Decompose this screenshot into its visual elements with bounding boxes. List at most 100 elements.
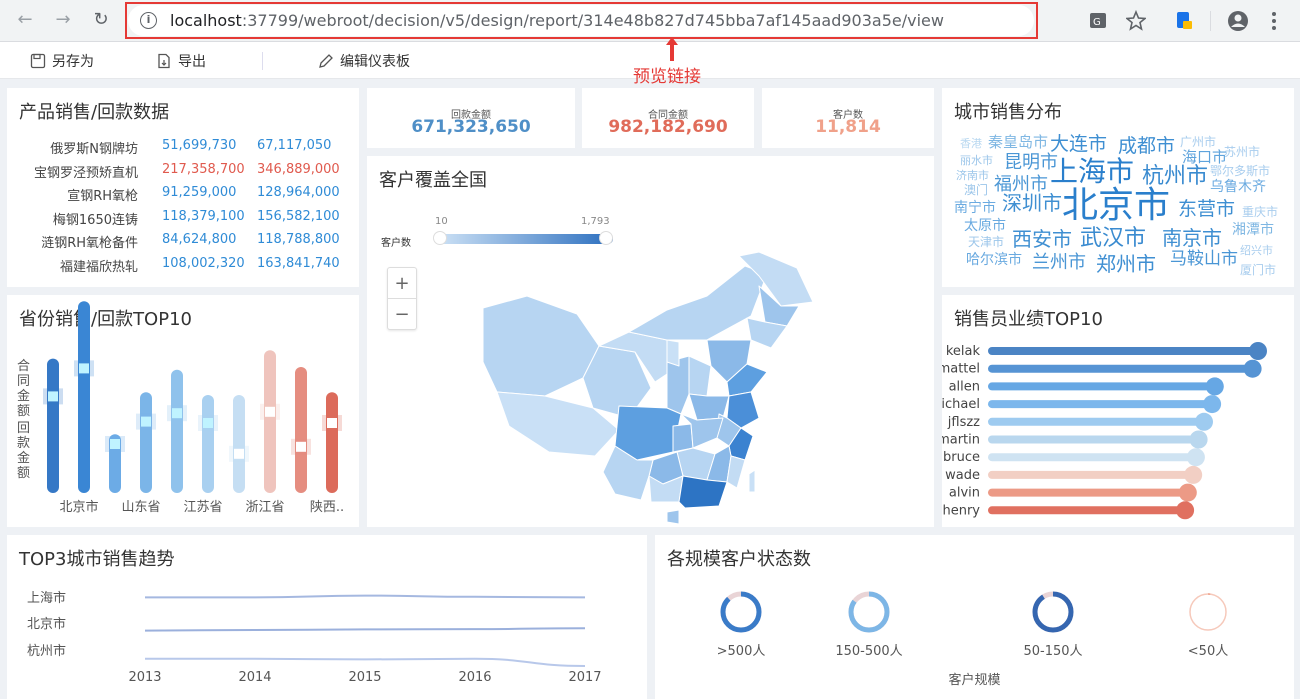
kpi-value: 11,814: [815, 117, 881, 137]
city-word[interactable]: 秦皇岛市: [988, 135, 1048, 150]
city-word[interactable]: 重庆市: [1242, 206, 1278, 218]
kpi-value: 671,323,650: [411, 117, 531, 137]
sales-rep-bar: [988, 400, 1213, 409]
sales-rep-name: bruce: [943, 450, 980, 465]
china-map[interactable]: [367, 156, 934, 527]
bookmark-star-icon[interactable]: [1126, 8, 1146, 34]
city-word[interactable]: 湘潭市: [1232, 223, 1274, 237]
trend-line: [144, 657, 586, 667]
city-word[interactable]: 大连市: [1050, 135, 1107, 154]
city-word[interactable]: 澳门: [964, 184, 988, 196]
city-word[interactable]: 武汉市: [1080, 228, 1146, 250]
customer-map-panel: 客户覆盖全国 客户数 10 1,793 + −: [367, 156, 934, 527]
trend-x-label: 2014: [238, 670, 271, 685]
sales-rep-dot: [1186, 448, 1205, 467]
city-word[interactable]: 成都市: [1118, 137, 1175, 156]
repayment-marker: [141, 416, 151, 427]
trend-chart[interactable]: 上海市北京市杭州市 2013 2014 2015 2016 2017: [7, 535, 647, 699]
back-icon[interactable]: ←: [14, 9, 36, 31]
sales-rep-name: henry: [942, 503, 980, 518]
repayment-marker: [327, 418, 337, 428]
profile-icon[interactable]: [1226, 8, 1250, 34]
city-word[interactable]: 南宁市: [954, 201, 996, 215]
sales-rep-panel: 销售员业绩TOP10 kelakmattelallenmichaeljflszz…: [942, 295, 1294, 527]
sales-rep-dot: [1243, 359, 1262, 378]
address-highlight-box: [125, 2, 1038, 39]
region-ningxia: [666, 339, 680, 367]
edit-dashboard-label: 编辑仪表板: [340, 54, 410, 70]
sales-rep-chart[interactable]: kelak mattel allen michael jflszz martin bruce…: [942, 295, 1294, 527]
save-as-button[interactable]: 另存为: [30, 51, 94, 71]
trend-x-label: 2015: [348, 670, 381, 685]
product-row: 宣钢RH氧枪 91,259,000 128,964,000: [7, 185, 359, 205]
product-name: 宝钢罗泾预矫直机: [33, 165, 138, 181]
city-word[interactable]: 绍兴市: [1240, 245, 1273, 256]
extension-icon[interactable]: [1174, 8, 1194, 34]
kpi-card-repayment: 回款金额 671,323,650: [367, 88, 575, 148]
product-panel-title: 产品销售/回款数据: [19, 102, 170, 123]
city-word[interactable]: 乌鲁木齐: [1210, 180, 1266, 194]
region-xinjiang: [482, 295, 600, 397]
city-word[interactable]: 哈尔滨市: [966, 253, 1022, 267]
kpi-card-contract: 合同金额 982,182,690: [582, 88, 754, 148]
customer-axis-title: 客户规模: [948, 673, 1001, 688]
export-button[interactable]: 导出: [156, 51, 206, 71]
sales-rep-name: wade: [945, 468, 980, 483]
reload-icon[interactable]: ↻: [90, 9, 112, 31]
export-label: 导出: [178, 54, 206, 70]
browser-chrome: ← → ↻ i localhost:37799/webroot/decision…: [0, 0, 1300, 42]
edit-dashboard-button[interactable]: 编辑仪表板: [318, 51, 410, 71]
province-x-label: 江苏省: [183, 499, 222, 515]
city-word[interactable]: 丽水市: [960, 155, 993, 166]
city-word[interactable]: 香港: [960, 138, 982, 149]
sales-rep-bar: [988, 364, 1253, 373]
kpi-value: 982,182,690: [608, 117, 728, 137]
city-panel-title: 城市销售分布: [954, 102, 1062, 123]
product-row: 梅钢1650连铸 118,379,100 156,582,100: [7, 209, 359, 229]
city-word[interactable]: 海口市: [1182, 150, 1227, 165]
province-x-label: 浙江省: [245, 500, 284, 515]
repayment-marker: [234, 448, 244, 459]
city-word[interactable]: 深圳市: [1002, 193, 1062, 213]
sales-rep-dot: [1176, 501, 1195, 520]
sales-rep-bar: [988, 453, 1196, 462]
contract-bar: [295, 367, 307, 493]
sales-rep-name: allen: [949, 379, 980, 394]
city-word[interactable]: 济南市: [956, 170, 989, 181]
sales-rep-name: jflszz: [947, 415, 980, 430]
region-inner-mongolia: [628, 265, 768, 341]
city-word[interactable]: 厦门市: [1240, 264, 1276, 276]
translate-icon[interactable]: G: [1088, 8, 1108, 34]
city-word[interactable]: 上海市: [1050, 158, 1134, 186]
city-word[interactable]: 苏州市: [1224, 146, 1260, 158]
sales-rep-bar: [988, 506, 1186, 515]
city-word[interactable]: 东营市: [1178, 200, 1235, 219]
region-chongqing: [672, 423, 694, 453]
city-word[interactable]: 北京市: [1062, 188, 1170, 224]
trend-y-label: 杭州市: [27, 643, 66, 659]
city-word[interactable]: 南京市: [1162, 228, 1222, 248]
city-word[interactable]: 兰州市: [1032, 254, 1086, 272]
product-contract: 128,964,000: [257, 185, 340, 201]
city-word[interactable]: 广州市: [1180, 136, 1216, 148]
city-word[interactable]: 西安市: [1012, 229, 1072, 249]
forward-icon[interactable]: →: [52, 9, 74, 31]
city-word[interactable]: 鄂尔多斯市: [1210, 165, 1270, 177]
menu-kebab-icon[interactable]: [1266, 8, 1282, 34]
city-word[interactable]: 太原市: [964, 219, 1006, 233]
sales-rep-bar: [988, 417, 1204, 426]
sales-rep-name: michael: [942, 397, 980, 412]
donut-arc: [1032, 591, 1074, 633]
contract-bar: [47, 358, 59, 493]
city-word[interactable]: 郑州市: [1096, 254, 1156, 274]
donut-arc: [720, 591, 762, 633]
sales-rep-dot: [1178, 483, 1197, 502]
repayment-marker: [79, 363, 89, 374]
product-row: 福建福欣热轧 108,002,320 163,841,740: [7, 256, 359, 276]
city-word[interactable]: 马鞍山市: [1170, 251, 1238, 268]
contract-bar: [171, 369, 183, 493]
product-repayment: 217,358,700: [162, 161, 245, 177]
city-word[interactable]: 天津市: [968, 236, 1004, 248]
donut-label: 150-500人: [835, 644, 902, 659]
province-chart[interactable]: 北京市 山东省 江苏省 浙江省 陕西..: [7, 295, 359, 527]
